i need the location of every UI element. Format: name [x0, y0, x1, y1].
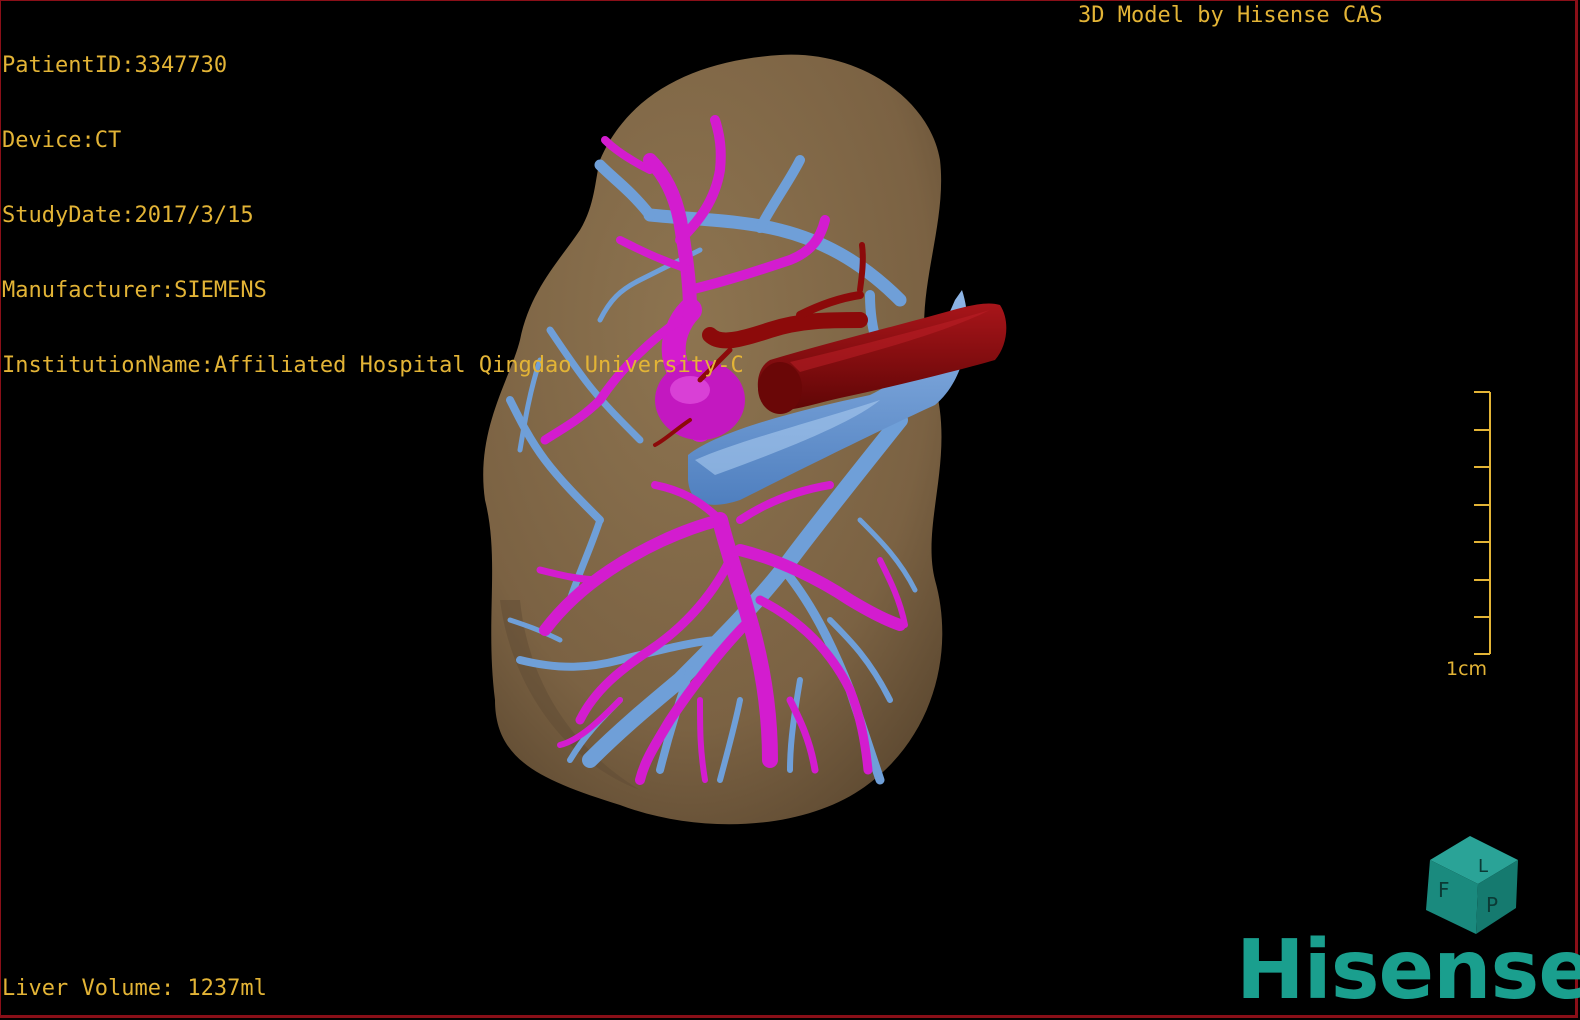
cube-face-left: L: [1478, 856, 1488, 877]
patient-id: PatientID:3347730: [2, 53, 228, 78]
study-date: StudyDate:2017/3/15: [2, 203, 254, 228]
orientation-cube-icon[interactable]: F L P: [1426, 836, 1518, 934]
patient-info-block: PatientID:3347730 Device:CT StudyDate:20…: [2, 3, 744, 403]
liver-volume: Liver Volume: 1237ml: [2, 976, 267, 1001]
model-credit: 3D Model by Hisense CAS: [1078, 3, 1383, 28]
scale-bar-label: 1cm: [1446, 658, 1488, 680]
scale-bar-icon: [1474, 391, 1491, 655]
manufacturer: Manufacturer:SIEMENS: [2, 278, 267, 303]
device: Device:CT: [2, 128, 122, 153]
cube-face-posterior: P: [1486, 893, 1498, 917]
cube-face-front: F: [1438, 878, 1450, 902]
aorta-end: [758, 362, 802, 414]
hisense-logo: Hisense: [1236, 923, 1580, 1018]
institution-name: InstitutionName:Affiliated Hospital Qing…: [2, 353, 744, 378]
